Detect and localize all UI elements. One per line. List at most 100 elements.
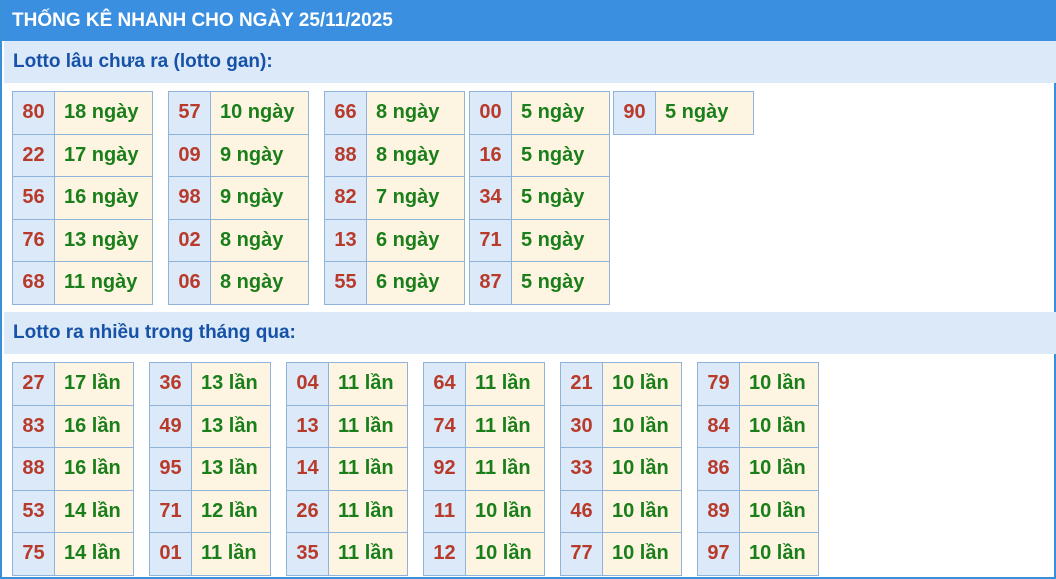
frequent-count: 11 lần <box>328 362 408 406</box>
frequent-row: 04 11 lần <box>286 362 408 406</box>
frequent-number: 74 <box>423 404 466 448</box>
gan-count: 11 ngày <box>54 261 153 305</box>
gan-number: 66 <box>324 91 367 135</box>
frequent-section-heading: Lotto ra nhiều trong tháng qua: <box>4 312 1056 354</box>
gan-row: 16 5 ngày <box>469 133 610 177</box>
frequent-count: 11 lần <box>191 532 271 576</box>
frequent-row: 75 14 lần <box>12 532 134 576</box>
gan-row: 00 5 ngày <box>469 91 610 135</box>
frequent-group: 79 10 lần 84 10 lần 86 10 lần 89 10 lần 97 10 lần <box>697 362 819 576</box>
gan-row: 55 6 ngày <box>324 261 465 305</box>
frequent-count: 10 lần <box>739 404 819 448</box>
frequent-row: 11 10 lần <box>423 489 545 533</box>
frequent-row: 36 13 lần <box>149 362 271 406</box>
gan-row: 66 8 ngày <box>324 91 465 135</box>
frequent-count: 10 lần <box>739 532 819 576</box>
frequent-number: 83 <box>12 404 55 448</box>
gan-number: 87 <box>469 261 512 305</box>
frequent-row: 84 10 lần <box>697 404 819 448</box>
frequent-number: 21 <box>560 362 603 406</box>
frequent-group: 36 13 lần 49 13 lần 95 13 lần 71 12 lần 01 11 lần <box>149 362 271 576</box>
gan-number: 16 <box>469 133 512 177</box>
frequent-count: 11 lần <box>465 362 545 406</box>
frequent-row: 33 10 lần <box>560 447 682 491</box>
frequent-row: 64 11 lần <box>423 362 545 406</box>
panel-title: THỐNG KÊ NHANH CHO NGÀY 25/11/2025 <box>2 0 1056 41</box>
gan-count: 8 ngày <box>210 261 309 305</box>
frequent-number: 71 <box>149 489 192 533</box>
frequent-count: 10 lần <box>602 404 682 448</box>
frequent-number: 01 <box>149 532 192 576</box>
gan-count: 8 ngày <box>366 91 465 135</box>
gan-count: 5 ngày <box>511 218 610 262</box>
gan-row: 88 8 ngày <box>324 133 465 177</box>
frequent-count: 12 lần <box>191 489 271 533</box>
gan-number: 90 <box>613 91 656 135</box>
gan-count: 5 ngày <box>511 133 610 177</box>
frequent-group: 04 11 lần 13 11 lần 14 11 lần 26 11 lần 35 11 lần <box>286 362 408 576</box>
gan-group: 57 10 ngày 09 9 ngày 98 9 ngày 02 8 ngày 06 8 ngà… <box>168 91 309 305</box>
gan-count: 5 ngày <box>511 176 610 220</box>
gan-number: 68 <box>12 261 55 305</box>
gan-count: 8 ngày <box>210 218 309 262</box>
frequent-count: 10 lần <box>465 532 545 576</box>
frequent-number: 11 <box>423 489 466 533</box>
frequent-row: 13 11 lần <box>286 404 408 448</box>
frequent-count: 17 lần <box>54 362 134 406</box>
gan-row: 57 10 ngày <box>168 91 309 135</box>
frequent-count: 11 lần <box>328 447 408 491</box>
frequent-number: 53 <box>12 489 55 533</box>
frequent-row: 14 11 lần <box>286 447 408 491</box>
gan-count: 9 ngày <box>210 176 309 220</box>
gan-count: 6 ngày <box>366 261 465 305</box>
frequent-number: 77 <box>560 532 603 576</box>
gan-group: 66 8 ngày 88 8 ngày 82 7 ngày 13 6 ngày 55 6 ngày <box>324 91 465 305</box>
gan-number: 76 <box>12 218 55 262</box>
gan-row: 90 5 ngày <box>613 91 754 135</box>
frequent-number: 46 <box>560 489 603 533</box>
frequent-row: 79 10 lần <box>697 362 819 406</box>
frequent-row: 92 11 lần <box>423 447 545 491</box>
gan-number: 98 <box>168 176 211 220</box>
frequent-count: 10 lần <box>602 489 682 533</box>
gan-group: 80 18 ngày 22 17 ngày 56 16 ngày 76 13 ngày 68 11… <box>12 91 153 305</box>
frequent-number: 27 <box>12 362 55 406</box>
frequent-number: 36 <box>149 362 192 406</box>
gan-number: 06 <box>168 261 211 305</box>
frequent-number: 92 <box>423 447 466 491</box>
frequent-count: 10 lần <box>739 447 819 491</box>
frequent-count: 10 lần <box>465 489 545 533</box>
frequent-number: 04 <box>286 362 329 406</box>
frequent-count: 11 lần <box>328 489 408 533</box>
gan-number: 82 <box>324 176 367 220</box>
frequent-number: 13 <box>286 404 329 448</box>
gan-count: 16 ngày <box>54 176 153 220</box>
gan-number: 02 <box>168 218 211 262</box>
gan-number: 34 <box>469 176 512 220</box>
gan-row: 87 5 ngày <box>469 261 610 305</box>
gan-number: 88 <box>324 133 367 177</box>
gan-number: 56 <box>12 176 55 220</box>
frequent-row: 71 12 lần <box>149 489 271 533</box>
frequent-number: 97 <box>697 532 740 576</box>
frequent-number: 88 <box>12 447 55 491</box>
frequent-number: 75 <box>12 532 55 576</box>
frequent-row: 12 10 lần <box>423 532 545 576</box>
gan-row: 82 7 ngày <box>324 176 465 220</box>
frequent-row: 01 11 lần <box>149 532 271 576</box>
frequent-group: 21 10 lần 30 10 lần 33 10 lần 46 10 lần 77 10 lần <box>560 362 682 576</box>
gan-count: 10 ngày <box>210 91 309 135</box>
frequent-row: 86 10 lần <box>697 447 819 491</box>
frequent-number: 84 <box>697 404 740 448</box>
frequent-group: 64 11 lần 74 11 lần 92 11 lần 11 10 lần 12 10 lần <box>423 362 545 576</box>
frequent-count: 13 lần <box>191 362 271 406</box>
frequent-number: 12 <box>423 532 466 576</box>
gan-number: 71 <box>469 218 512 262</box>
gan-count: 7 ngày <box>366 176 465 220</box>
frequent-count: 11 lần <box>465 447 545 491</box>
gan-count: 6 ngày <box>366 218 465 262</box>
frequent-row: 95 13 lần <box>149 447 271 491</box>
gan-row: 22 17 ngày <box>12 133 153 177</box>
frequent-count: 13 lần <box>191 404 271 448</box>
frequent-row: 46 10 lần <box>560 489 682 533</box>
